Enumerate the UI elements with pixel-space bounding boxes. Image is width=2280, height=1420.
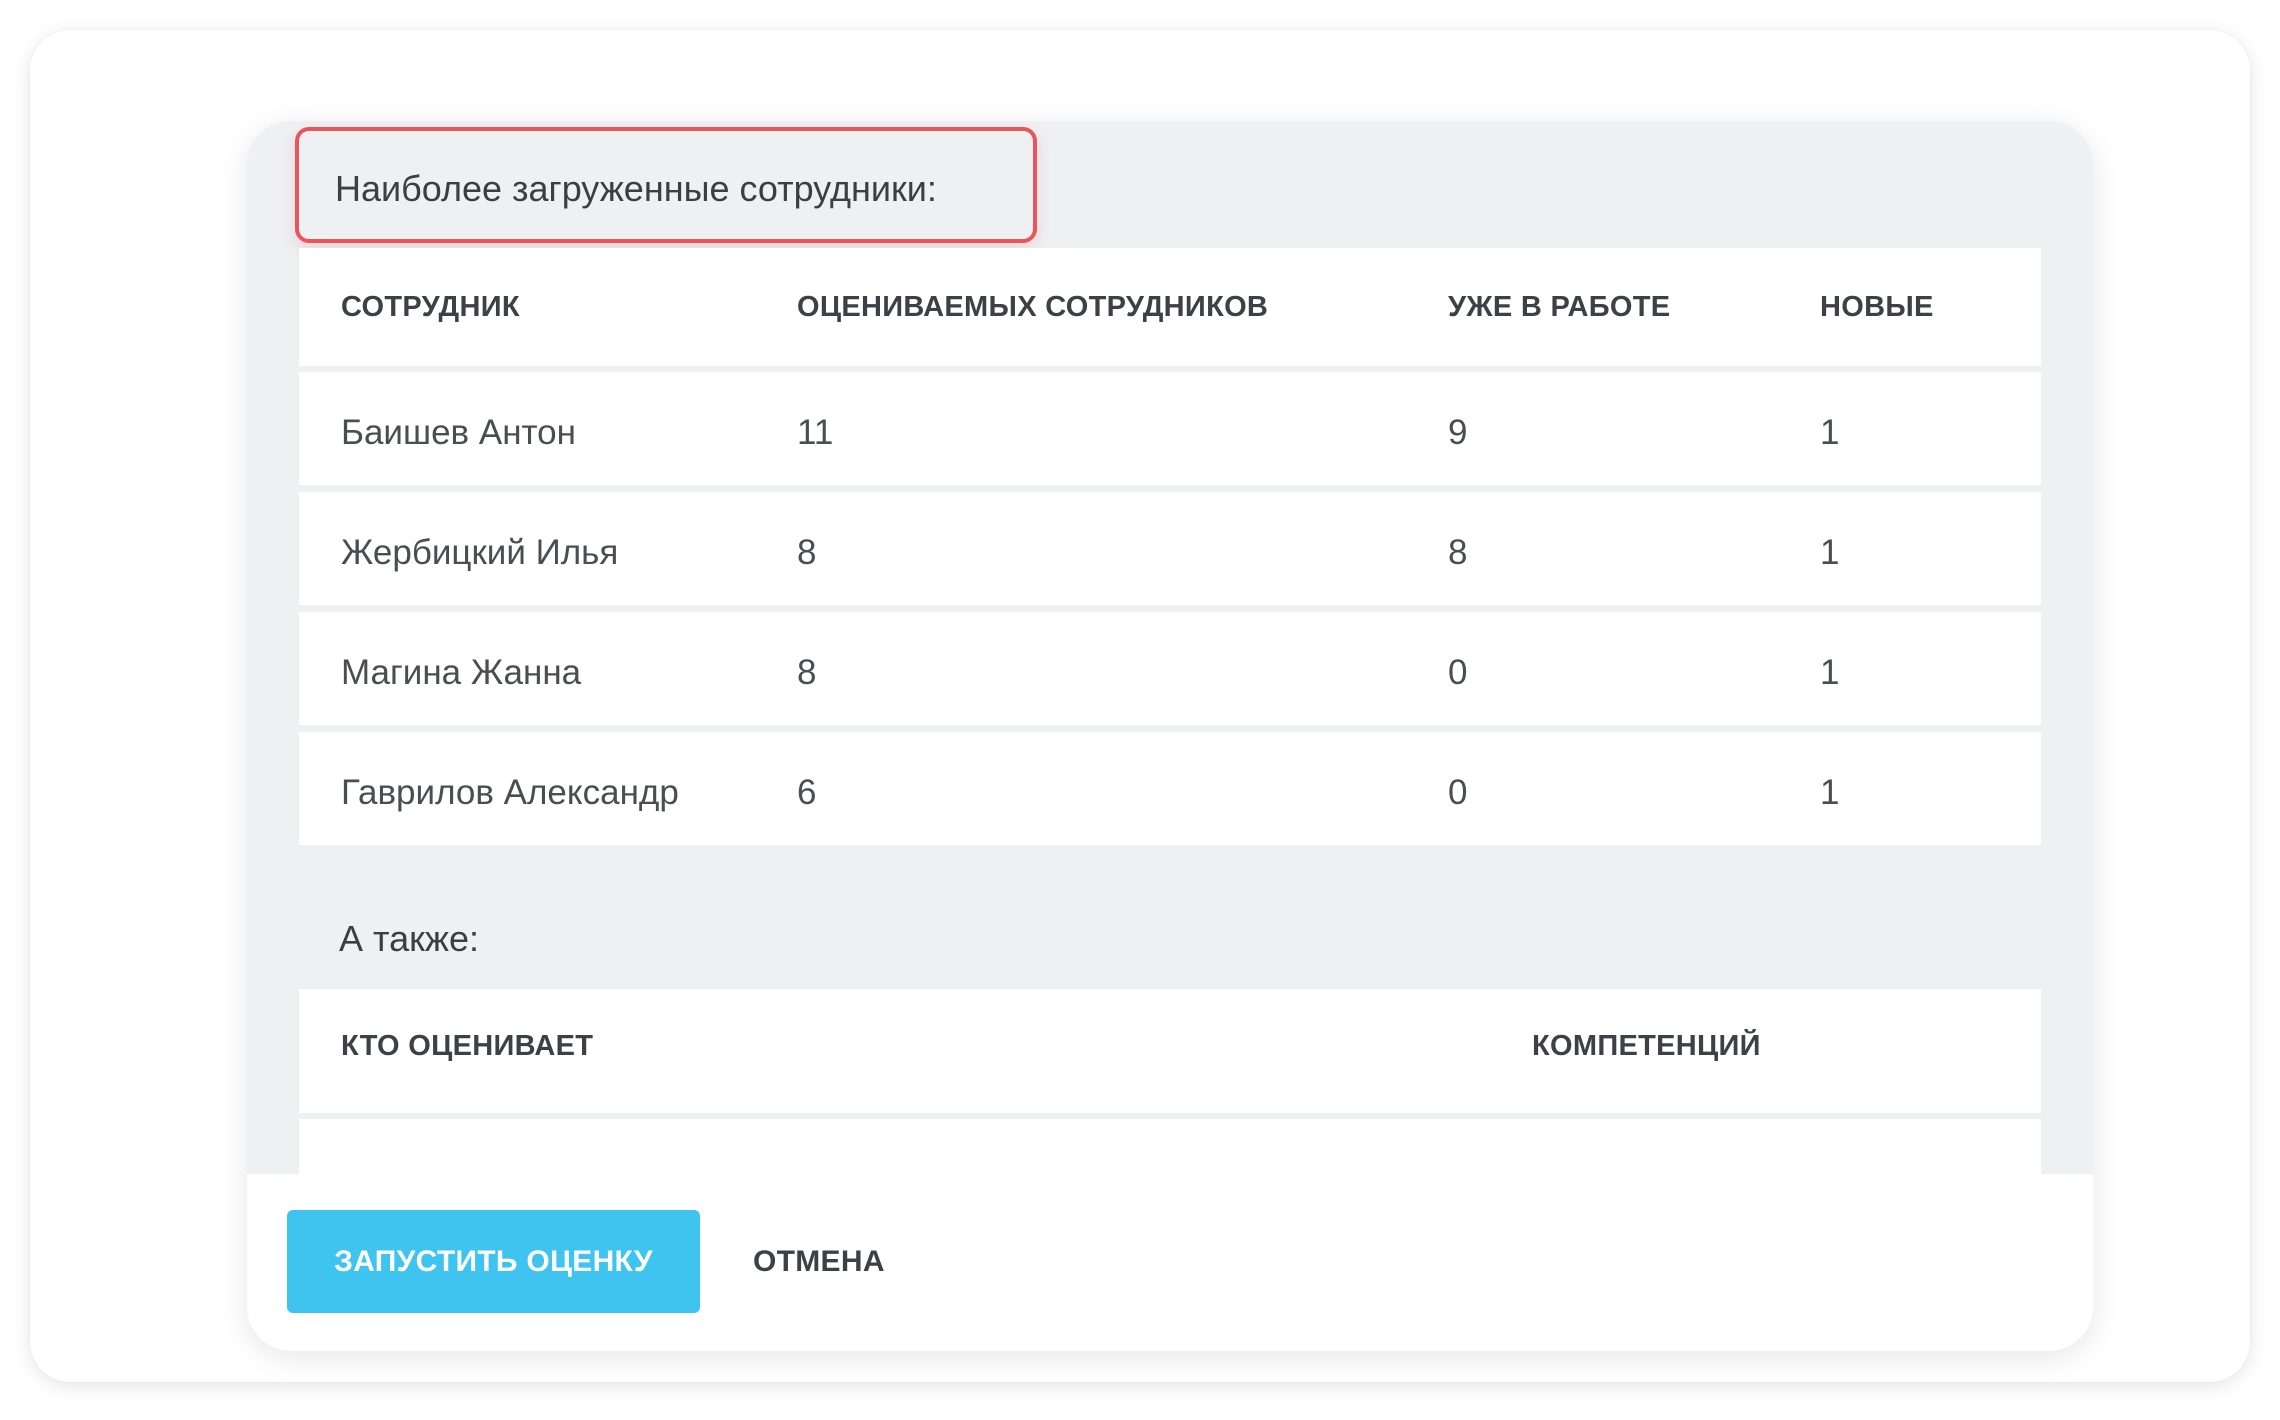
column-header-employee: СОТРУДНИК	[341, 291, 520, 323]
launch-assessment-dialog: Наиболее загруженные сотрудники: СОТРУДН…	[247, 121, 2093, 1351]
column-header-new: НОВЫЕ	[1820, 291, 1934, 323]
employee-name: Магина Жанна	[341, 653, 582, 692]
also-subheading: А также:	[339, 918, 479, 959]
new-count: 1	[1820, 773, 1840, 812]
in-progress-count: 9	[1448, 413, 1468, 452]
table-row: Гаврилов Александр 6 0 1	[299, 732, 2041, 845]
employee-name: Жербицкий Илья	[341, 533, 619, 572]
in-progress-count: 8	[1448, 533, 1468, 572]
table-row: Жербицкий Илья 8 8 1	[299, 492, 2041, 605]
column-header-evaluated-count: ОЦЕНИВАЕМЫХ СОТРУДНИКОВ	[797, 291, 1269, 323]
cancel-button[interactable]: ОТМЕНА	[743, 1210, 895, 1313]
new-count: 1	[1820, 413, 1840, 452]
evaluated-count: 8	[797, 533, 817, 572]
table-row: Баишев Антон 11 9 1	[299, 372, 2041, 485]
evaluated-count: 11	[797, 413, 834, 452]
column-header-evaluator: КТО ОЦЕНИВАЕТ	[341, 1030, 594, 1062]
dialog-heading: Наиболее загруженные сотрудники:	[335, 168, 937, 209]
table-header-row: СОТРУДНИК ОЦЕНИВАЕМЫХ СОТРУДНИКОВ УЖЕ В …	[299, 248, 2041, 366]
in-progress-count: 0	[1448, 773, 1468, 812]
employee-name: Баишев Антон	[341, 413, 576, 452]
in-progress-count: 0	[1448, 653, 1468, 692]
dialog-footer: ЗАПУСТИТЬ ОЦЕНКУ ОТМЕНА	[247, 1174, 2093, 1351]
table-row: Магина Жанна 8 0 1	[299, 612, 2041, 725]
column-header-in-progress: УЖЕ В РАБОТЕ	[1448, 291, 1671, 323]
employee-name: Гаврилов Александр	[341, 773, 679, 812]
new-count: 1	[1820, 653, 1840, 692]
screenshot-frame: Наиболее загруженные сотрудники: СОТРУДН…	[30, 30, 2250, 1382]
start-assessment-button[interactable]: ЗАПУСТИТЬ ОЦЕНКУ	[287, 1210, 700, 1313]
evaluated-count: 8	[797, 653, 817, 692]
workload-table: СОТРУДНИК ОЦЕНИВАЕМЫХ СОТРУДНИКОВ УЖЕ В …	[299, 248, 2041, 852]
evaluated-count: 6	[797, 773, 817, 812]
table-header-row: КТО ОЦЕНИВАЕТ КОМПЕТЕНЦИЙ	[299, 989, 2041, 1113]
column-header-competencies: КОМПЕТЕНЦИЙ	[1532, 1030, 1761, 1062]
new-count: 1	[1820, 533, 1840, 572]
